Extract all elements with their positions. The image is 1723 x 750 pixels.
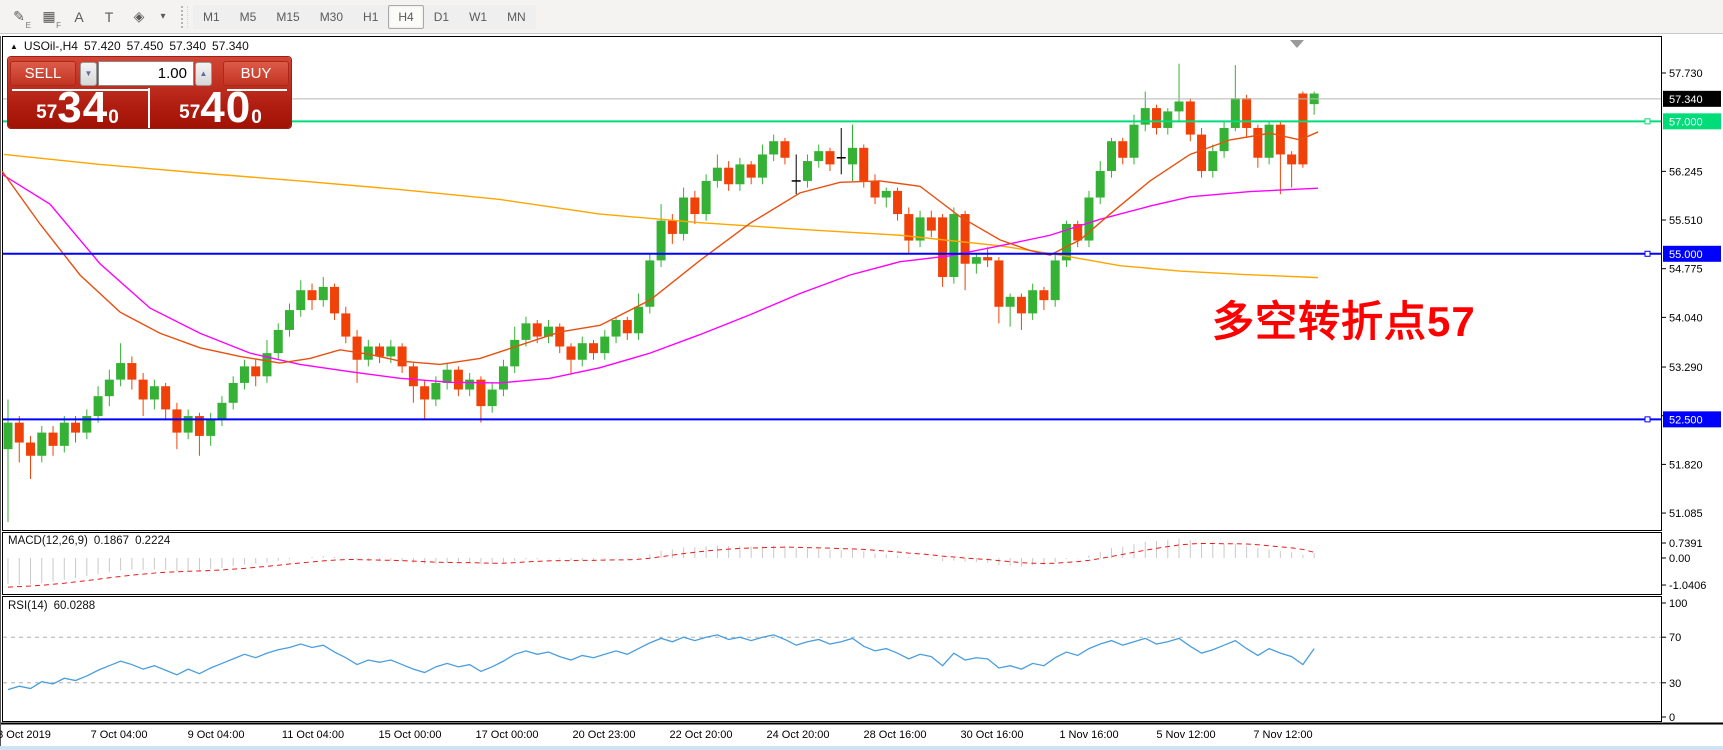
- buy-price-whole: 57: [179, 98, 200, 128]
- status-bar-edge: [0, 746, 1723, 750]
- svg-text:57.000: 57.000: [1669, 116, 1703, 128]
- svg-text:-1.0406: -1.0406: [1669, 580, 1706, 592]
- macd-panel: [8, 539, 1314, 587]
- svg-text:57.340: 57.340: [1669, 94, 1703, 106]
- svg-text:54.040: 54.040: [1669, 312, 1703, 324]
- quote-low: 57.340: [169, 39, 206, 53]
- svg-text:7 Oct 04:00: 7 Oct 04:00: [91, 729, 148, 741]
- macd-signal-value: 0.2224: [135, 535, 170, 547]
- svg-text:5 Nov 12:00: 5 Nov 12:00: [1156, 729, 1215, 741]
- volume-input[interactable]: 1.00: [98, 61, 194, 86]
- svg-text:53.290: 53.290: [1669, 362, 1703, 374]
- svg-text:57.730: 57.730: [1669, 68, 1703, 80]
- svg-text:7 Nov 12:00: 7 Nov 12:00: [1253, 729, 1312, 741]
- volume-down-button[interactable]: ▼: [80, 62, 97, 86]
- svg-text:54.775: 54.775: [1669, 264, 1703, 276]
- macd-name: MACD(12,26,9): [8, 535, 88, 547]
- mt4-window: ✎ E ▦ F A T ◈ ▾ M1 M5 M15 M30 H1 H4 D1 W…: [0, 0, 1723, 750]
- quote-close: 57.340: [212, 39, 249, 53]
- candles-layer: [4, 64, 1319, 522]
- svg-text:0.00: 0.00: [1669, 553, 1690, 565]
- svg-text:30: 30: [1669, 678, 1681, 690]
- date-axis[interactable]: 3 Oct 2019 7 Oct 04:00 9 Oct 04:00 11 Oct 0…: [0, 729, 1313, 741]
- svg-text:11 Oct 04:00: 11 Oct 04:00: [282, 729, 344, 741]
- quote-open: 57.420: [84, 39, 121, 53]
- svg-text:22 Oct 20:00: 22 Oct 20:00: [670, 729, 733, 741]
- sell-price-pips: 34: [57, 88, 108, 128]
- svg-text:0.7391: 0.7391: [1669, 538, 1703, 550]
- macd-value: 0.1867: [94, 535, 129, 547]
- quote-header: ▲ USOil-,H4 57.420 57.450 57.340 57.340: [10, 39, 249, 53]
- svg-text:51.820: 51.820: [1669, 459, 1703, 471]
- price-scale[interactable]: 57.730 56.245 55.510 54.775 54.040 53.290 52.5…: [1662, 68, 1703, 520]
- rsi-name: RSI(14): [8, 600, 48, 612]
- symbol-timeframe: USOil-,H4: [24, 39, 78, 53]
- svg-text:20 Oct 23:00: 20 Oct 23:00: [573, 729, 636, 741]
- rsi-value: 60.0288: [54, 600, 96, 612]
- svg-text:0: 0: [1669, 712, 1675, 724]
- svg-text:55.510: 55.510: [1669, 215, 1703, 227]
- sell-price[interactable]: 57 34 0: [8, 90, 147, 128]
- rsi-label: RSI(14) 60.0288: [8, 600, 95, 612]
- collapse-arrow-icon[interactable]: ▲: [10, 42, 18, 51]
- macd-label: MACD(12,26,9) 0.1867 0.2224: [8, 535, 170, 547]
- rsi-line: [8, 635, 1314, 690]
- svg-text:100: 100: [1669, 598, 1687, 610]
- buy-price-point: 0: [251, 90, 262, 146]
- svg-text:56.245: 56.245: [1669, 166, 1703, 178]
- svg-text:55.000: 55.000: [1669, 249, 1703, 261]
- svg-text:70: 70: [1669, 632, 1681, 644]
- svg-text:17 Oct 00:00: 17 Oct 00:00: [476, 729, 539, 741]
- volume-up-button[interactable]: ▲: [195, 62, 212, 86]
- svg-text:30 Oct 16:00: 30 Oct 16:00: [961, 729, 1024, 741]
- last-bar-marker-icon: [1290, 40, 1304, 48]
- sell-price-point: 0: [108, 90, 119, 146]
- svg-text:9 Oct 04:00: 9 Oct 04:00: [188, 729, 245, 741]
- svg-text:15 Oct 00:00: 15 Oct 00:00: [379, 729, 442, 741]
- svg-text:28 Oct 16:00: 28 Oct 16:00: [864, 729, 927, 741]
- buy-price-pips: 40: [200, 88, 251, 128]
- rsi-panel: [8, 635, 1314, 690]
- rsi-scale: 100 70 30 0: [3, 598, 1687, 724]
- svg-text:52.500: 52.500: [1669, 414, 1703, 426]
- buy-price[interactable]: 57 40 0: [150, 90, 291, 128]
- quote-high: 57.450: [127, 39, 164, 53]
- svg-text:51.085: 51.085: [1669, 508, 1703, 520]
- svg-text:24 Oct 20:00: 24 Oct 20:00: [767, 729, 830, 741]
- chart-annotation-text[interactable]: 多空转折点57: [1212, 288, 1476, 349]
- macd-scale: 0.7391 0.00 -1.0406: [1662, 538, 1706, 592]
- sell-price-whole: 57: [36, 98, 57, 128]
- svg-text:3 Oct 2019: 3 Oct 2019: [0, 729, 51, 741]
- macd-signal-line: [8, 543, 1314, 587]
- svg-text:1 Nov 16:00: 1 Nov 16:00: [1059, 729, 1118, 741]
- one-click-trading-panel: SELL ▼ 1.00 ▲ BUY 57 34 0 57 40 0: [8, 57, 291, 128]
